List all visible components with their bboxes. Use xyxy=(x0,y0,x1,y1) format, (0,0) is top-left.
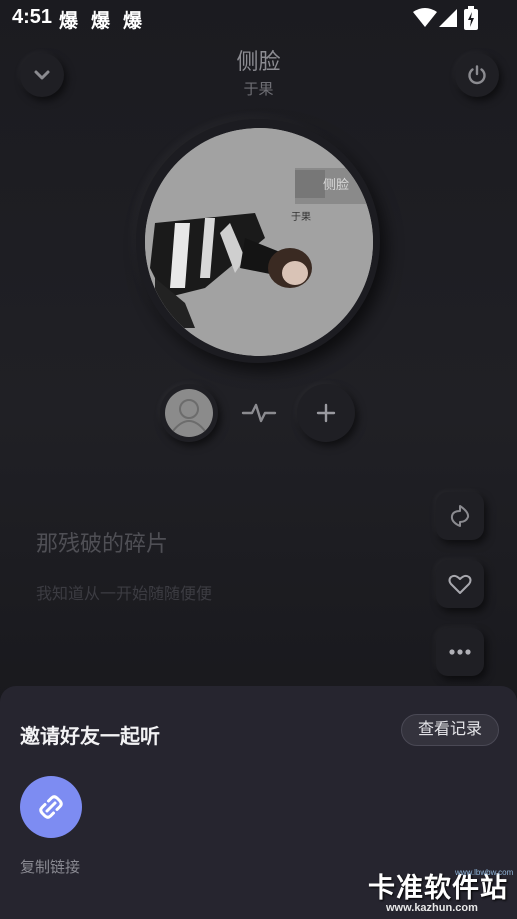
copy-link-button[interactable] xyxy=(20,776,82,838)
power-icon xyxy=(468,65,486,85)
link-icon xyxy=(39,795,63,819)
cover-title: 侧脸 xyxy=(323,177,350,192)
watermark-url: www.kazhun.com xyxy=(386,902,478,914)
lyric-next: 我知道从一开始随随便便 xyxy=(36,586,213,603)
song-title: 侧脸 xyxy=(236,49,281,74)
wifi-icon xyxy=(413,8,437,27)
lyric-current: 那残破的碎片 xyxy=(36,531,169,556)
pulse-icon[interactable] xyxy=(241,401,277,425)
notification-icon: 爆 xyxy=(123,11,143,32)
notification-icon: 爆 xyxy=(91,11,111,32)
copy-link-label: 复制链接 xyxy=(20,859,81,876)
plus-icon xyxy=(316,403,336,423)
like-button[interactable] xyxy=(436,560,484,608)
share-icon xyxy=(450,505,470,527)
mini-album-button[interactable] xyxy=(160,384,218,442)
view-history-button[interactable]: 查看记录 xyxy=(401,714,499,746)
album-art xyxy=(145,128,373,356)
status-time: 4:51 xyxy=(12,6,53,28)
mini-album-thumb xyxy=(165,389,213,437)
notification-icon: 爆 xyxy=(59,11,79,32)
status-bar: 4:51 爆 爆 爆 xyxy=(0,0,517,36)
album-cover[interactable]: 侧脸 于果 xyxy=(145,128,373,356)
artist-name: 于果 xyxy=(243,81,274,98)
sheet-title: 邀请好友一起听 xyxy=(20,726,160,748)
add-button[interactable] xyxy=(297,384,355,442)
cover-artist: 于果 xyxy=(291,212,311,223)
battery-icon xyxy=(464,6,478,30)
share-button[interactable] xyxy=(436,492,484,540)
more-icon xyxy=(449,649,471,655)
heart-icon xyxy=(448,574,472,594)
power-button[interactable] xyxy=(455,53,499,97)
user-icon xyxy=(172,399,206,432)
signal-icon xyxy=(439,9,457,27)
more-button[interactable] xyxy=(436,628,484,676)
watermark-small: www.lbwbw.com xyxy=(455,868,514,877)
